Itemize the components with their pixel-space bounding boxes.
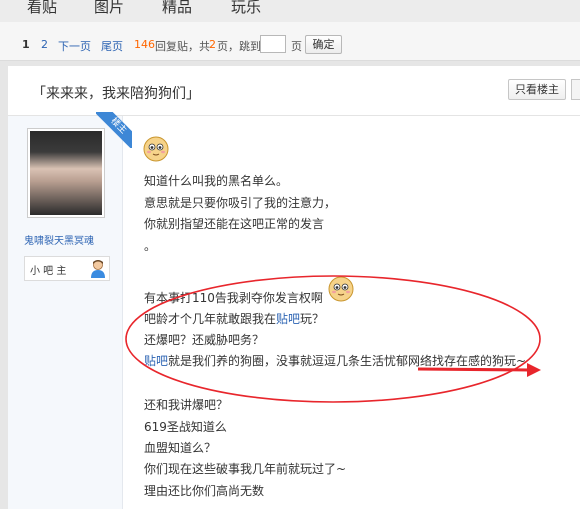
- annotation-overlay: [125, 275, 541, 403]
- annotation-arrow-line: [417, 367, 531, 372]
- annotation-arrow-head: [527, 363, 541, 377]
- annotation-ellipse: [125, 275, 541, 403]
